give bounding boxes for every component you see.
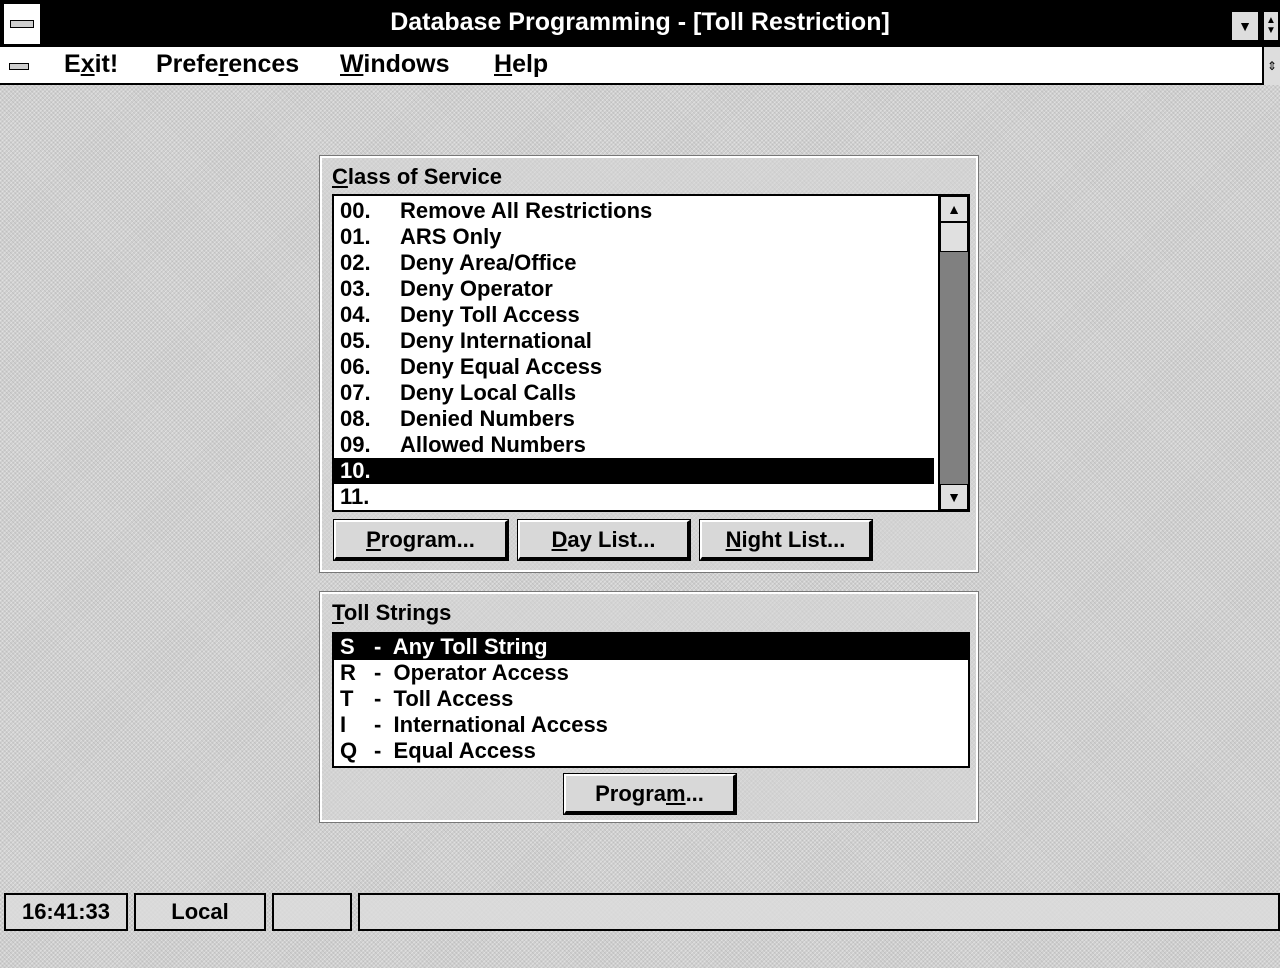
menu-windows[interactable]: Windows: [340, 50, 450, 79]
list-item-selected[interactable]: 10.: [334, 458, 934, 484]
status-empty-cell: [272, 893, 352, 931]
list-item[interactable]: 03. Deny Operator: [334, 276, 934, 302]
list-item[interactable]: T- Toll Access: [334, 686, 968, 712]
title-bar: Database Programming - [Toll Restriction…: [0, 0, 1280, 47]
toll-strings-group: Toll Strings S- Any Toll String R- Opera…: [319, 591, 979, 823]
class-of-service-label: Class of Service: [332, 164, 502, 189]
status-mode: Local: [134, 893, 266, 931]
list-item[interactable]: R- Operator Access: [334, 660, 968, 686]
class-of-service-scrollbar[interactable]: ▲ ▼: [938, 196, 968, 510]
scroll-thumb[interactable]: [940, 222, 968, 252]
list-item[interactable]: Q- Equal Access: [334, 738, 968, 764]
arrow-up-icon: ▲: [947, 201, 961, 217]
status-time: 16:41:33: [4, 893, 128, 931]
child-restore-button[interactable]: ⇕: [1262, 47, 1280, 85]
menu-help[interactable]: Help: [494, 50, 548, 79]
scroll-up-button[interactable]: ▲: [940, 196, 968, 222]
list-item[interactable]: 08. Denied Numbers: [334, 406, 934, 432]
list-item[interactable]: 05. Deny International: [334, 328, 934, 354]
arrow-down-icon: ▼: [947, 489, 961, 505]
list-item[interactable]: 02. Deny Area/Office: [334, 250, 934, 276]
restore-arrows-icon: ▲ ▼: [1266, 15, 1276, 36]
minimize-button[interactable]: ▼: [1230, 10, 1260, 42]
list-item[interactable]: 01. ARS Only: [334, 224, 934, 250]
class-of-service-list[interactable]: 00. Remove All Restrictions 01. ARS Only 0…: [332, 194, 970, 512]
document-system-menu-icon[interactable]: [6, 55, 32, 77]
status-bar: 16:41:33 Local: [0, 893, 1280, 933]
list-item[interactable]: 06. Deny Equal Access: [334, 354, 934, 380]
list-item-selected[interactable]: S- Any Toll String: [334, 634, 968, 660]
restore-arrows-icon: ⇕: [1266, 59, 1278, 73]
window-title: Database Programming - [Toll Restriction…: [390, 8, 890, 36]
status-message-area: [358, 893, 1280, 931]
night-list-button[interactable]: Night List...: [699, 519, 873, 561]
menu-exit[interactable]: Exit!: [64, 50, 118, 79]
cos-program-button[interactable]: Program...: [333, 519, 509, 561]
list-item[interactable]: 04. Deny Toll Access: [334, 302, 934, 328]
toll-strings-label: Toll Strings: [332, 600, 452, 625]
list-item[interactable]: 07. Deny Local Calls: [334, 380, 934, 406]
day-list-button[interactable]: Day List...: [517, 519, 691, 561]
toll-strings-list[interactable]: S- Any Toll String R- Operator Access T-…: [332, 632, 970, 768]
list-item[interactable]: 11.: [334, 484, 934, 510]
list-item[interactable]: 09. Allowed Numbers: [334, 432, 934, 458]
menu-bar: Exit! Preferences Windows Help: [0, 47, 1262, 85]
list-item[interactable]: I- International Access: [334, 712, 968, 738]
list-item[interactable]: 00. Remove All Restrictions: [334, 198, 934, 224]
restore-button[interactable]: ▲ ▼: [1262, 10, 1280, 42]
minimize-arrow-icon: ▼: [1238, 18, 1252, 34]
scroll-down-button[interactable]: ▼: [940, 484, 968, 510]
toll-strings-program-button[interactable]: Progra m...: [563, 773, 737, 815]
class-of-service-group: Class of Service 00. Remove All Restricti…: [319, 155, 979, 573]
menu-preferences[interactable]: Preferences: [156, 50, 299, 79]
